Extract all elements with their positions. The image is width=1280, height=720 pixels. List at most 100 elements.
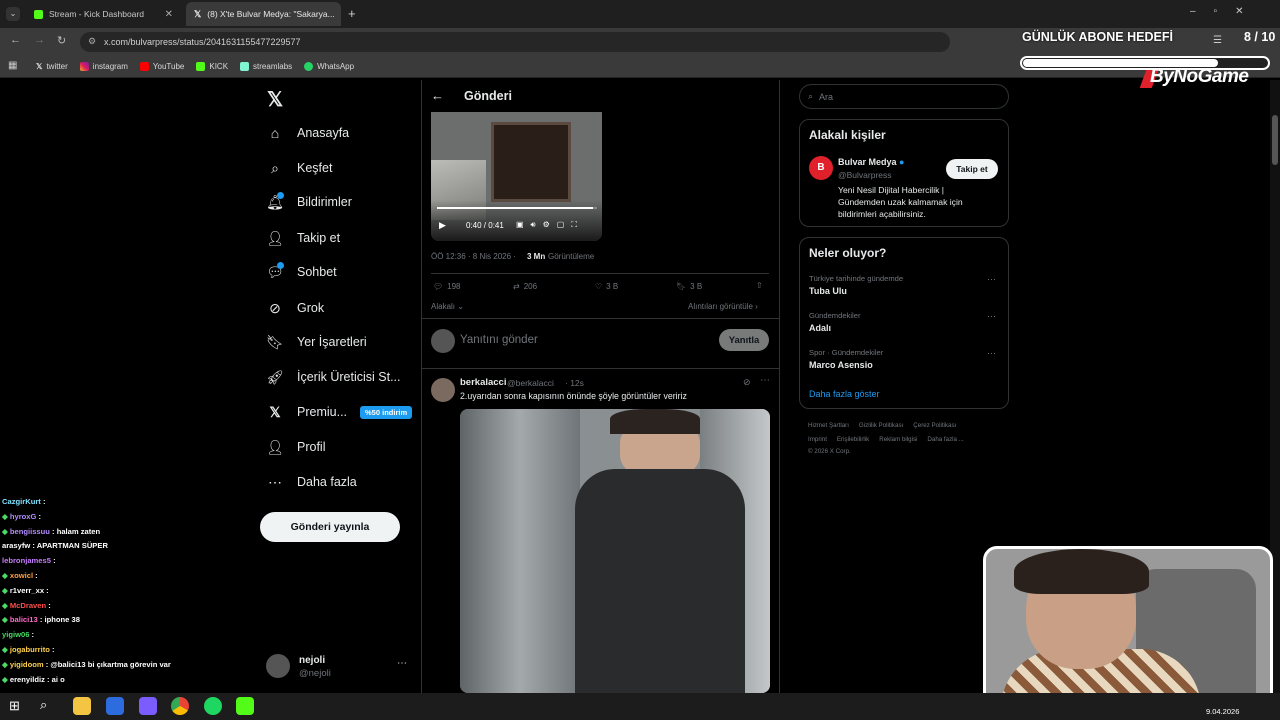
video-door	[491, 122, 571, 202]
nav-creator-studio[interactable]: 🚀︎ İçerik Üreticisi St...	[266, 365, 400, 389]
reload-icon[interactable]: ↻	[57, 34, 66, 47]
bulvar-medya-avatar[interactable]: B	[809, 156, 833, 180]
bookmark-action[interactable]: 🔖︎ 3 B	[676, 282, 702, 291]
video-player[interactable]: ▶ 0:40 / 0:41 ▣🔊︎⚙▢⛶	[431, 112, 602, 241]
nav-bookmarks[interactable]: 🔖︎ Yer İşaretleri	[266, 330, 367, 354]
chat-username[interactable]: arasyfw	[2, 541, 30, 550]
trend-more-icon[interactable]: ⋯	[987, 274, 996, 285]
footer-link[interactable]: Imprint	[808, 436, 827, 443]
app-icon[interactable]	[106, 697, 124, 715]
tab-x-post[interactable]: 𝕏 (8) X'te Bulvar Medya: "Sakarya... ✕	[186, 2, 341, 26]
bookmark-twitter[interactable]: 𝕏twitter	[36, 62, 68, 71]
file-explorer-icon[interactable]	[73, 697, 91, 715]
apps-grid-icon[interactable]: ▦	[8, 60, 17, 71]
reply-media-image[interactable]	[460, 409, 770, 693]
repost-action[interactable]: ⇄ 206	[513, 282, 537, 291]
nav-home[interactable]: ⌂ Anasayfa	[266, 121, 349, 145]
reply-input[interactable]: Yanıtını gönder	[460, 334, 538, 346]
like-action[interactable]: ♡ 3 B	[595, 282, 618, 291]
chat-username[interactable]: erenyildiz	[10, 675, 45, 684]
chat-username[interactable]: xowicl	[10, 571, 33, 580]
footer-link[interactable]: Erişilebilirlik	[837, 436, 869, 443]
trend-item[interactable]: Türkiye tarihinde gündemde Tuba Ulu	[809, 274, 999, 296]
spotify-icon[interactable]	[204, 697, 222, 715]
site-settings-icon[interactable]: ⚙	[88, 36, 96, 47]
windows-start-icon[interactable]: ⊞	[9, 698, 20, 714]
nav-grok[interactable]: ⊘ Grok	[266, 296, 324, 320]
footer-link[interactable]: Gizlilik Politikası	[859, 422, 903, 429]
nav-premium[interactable]: 𝕏 Premiu... %50 indirim	[266, 400, 413, 424]
video-controls-icons[interactable]: ▣🔊︎⚙▢⛶	[516, 220, 584, 230]
bookmark-streamlabs[interactable]: streamlabs	[240, 62, 292, 71]
search-input[interactable]: ⌕ Ara	[799, 84, 1009, 109]
trend-item[interactable]: Spor · Gündemdekiler Marco Asensio	[809, 348, 999, 370]
search-icon[interactable]: ⌕	[40, 697, 47, 713]
trend-item[interactable]: Gündemdekiler Adalı	[809, 311, 999, 333]
related-name[interactable]: Bulvar Medya ●	[838, 157, 904, 167]
reply-action[interactable]: 💬︎ 198	[433, 282, 461, 291]
bookmark-label: YouTube	[152, 62, 185, 71]
grok-icon[interactable]: ⊘	[743, 377, 751, 388]
follow-button[interactable]: Takip et	[946, 159, 998, 179]
avatar[interactable]	[266, 654, 290, 678]
bookmark-instagram[interactable]: instagram	[79, 62, 128, 71]
reply-author-handle[interactable]: @berkalacci	[507, 378, 554, 388]
chat-username[interactable]: McDraven	[10, 601, 46, 610]
kick-app-icon[interactable]	[236, 697, 254, 715]
chat-username[interactable]: balici13	[10, 615, 38, 624]
sort-dropdown[interactable]: Alakalı ⌄	[431, 302, 464, 311]
reply-icon: 💬︎	[433, 282, 444, 291]
chat-username[interactable]: yigiw06	[2, 630, 29, 639]
chat-username[interactable]: CazgirKurt	[2, 497, 41, 506]
play-icon[interactable]: ▶	[439, 220, 446, 231]
chat-username[interactable]: lebronjames5	[2, 556, 51, 565]
x-logo-icon[interactable]: 𝕏	[267, 87, 283, 112]
menu-lines-icon[interactable]: ☰	[1213, 35, 1222, 46]
chat-separator: :	[29, 630, 35, 640]
more-options-icon[interactable]: ⋯	[760, 375, 770, 386]
close-icon[interactable]: ✕	[165, 9, 173, 20]
brand-logo-text: ByNoGame	[1150, 66, 1249, 87]
share-icon[interactable]: ⇧	[756, 281, 763, 290]
bookmark-kick[interactable]: KICK	[196, 62, 228, 71]
back-arrow-icon[interactable]: ←	[431, 88, 444, 103]
back-arrow-icon[interactable]: ←	[10, 34, 21, 46]
post-button[interactable]: Gönderi yayınla	[260, 512, 400, 542]
show-more-link[interactable]: Daha fazla göster	[809, 389, 880, 399]
reply-submit-button[interactable]: Yanıtla	[719, 329, 769, 351]
reply-author-name[interactable]: berkalacci	[460, 377, 506, 388]
tab-list-button[interactable]: ⌄	[6, 7, 20, 21]
chrome-icon[interactable]	[171, 697, 189, 715]
trend-more-icon[interactable]: ⋯	[987, 348, 996, 359]
nav-more[interactable]: ⋯ Daha fazla	[266, 470, 357, 494]
avatar[interactable]	[431, 378, 455, 402]
new-tab-button[interactable]: +	[348, 6, 356, 21]
scrollbar-thumb[interactable]	[1272, 115, 1278, 165]
footer-link[interactable]: Çerez Politikası	[913, 422, 956, 429]
chat-username[interactable]: hyroxG	[10, 512, 37, 521]
premium-discount-badge: %50 indirim	[360, 405, 413, 419]
chat-username[interactable]: r1verr_xx	[10, 586, 44, 595]
bookmark-whatsapp[interactable]: WhatsApp	[304, 62, 354, 71]
bookmark-youtube[interactable]: YouTube	[139, 62, 185, 71]
account-menu-icon[interactable]: ⋯	[397, 658, 407, 669]
chat-username[interactable]: jogaburrito	[10, 645, 50, 654]
window-controls[interactable]: –▫✕	[1190, 6, 1262, 17]
view-quotes-link[interactable]: Alıntıları görüntüle ›	[688, 302, 758, 311]
nav-follow[interactable]: 👤︎ Takip et	[266, 226, 340, 250]
discord-icon[interactable]	[139, 697, 157, 715]
footer-link[interactable]: Daha fazla ...	[927, 436, 963, 443]
forward-arrow-icon[interactable]: →	[34, 34, 45, 46]
tab-kick-dashboard[interactable]: Stream - Kick Dashboard ✕	[26, 2, 181, 26]
chat-username[interactable]: yigidoom	[10, 660, 44, 669]
address-bar[interactable]: ⚙ x.com/bulvarpress/status/2041631155477…	[80, 32, 950, 52]
nav-label: Keşfet	[297, 161, 333, 175]
post-header-title: Gönderi	[464, 89, 512, 103]
trend-more-icon[interactable]: ⋯	[987, 311, 996, 322]
footer-link[interactable]: Hizmet Şartları	[808, 422, 849, 429]
nav-profile[interactable]: 👤︎ Profil	[266, 435, 325, 459]
chat-username[interactable]: bengiissuu	[10, 527, 50, 536]
footer-link[interactable]: Reklam bilgisi	[879, 436, 917, 443]
nav-explore[interactable]: ⌕ Keşfet	[266, 156, 332, 180]
related-handle[interactable]: @Bulvarpress	[838, 170, 892, 180]
